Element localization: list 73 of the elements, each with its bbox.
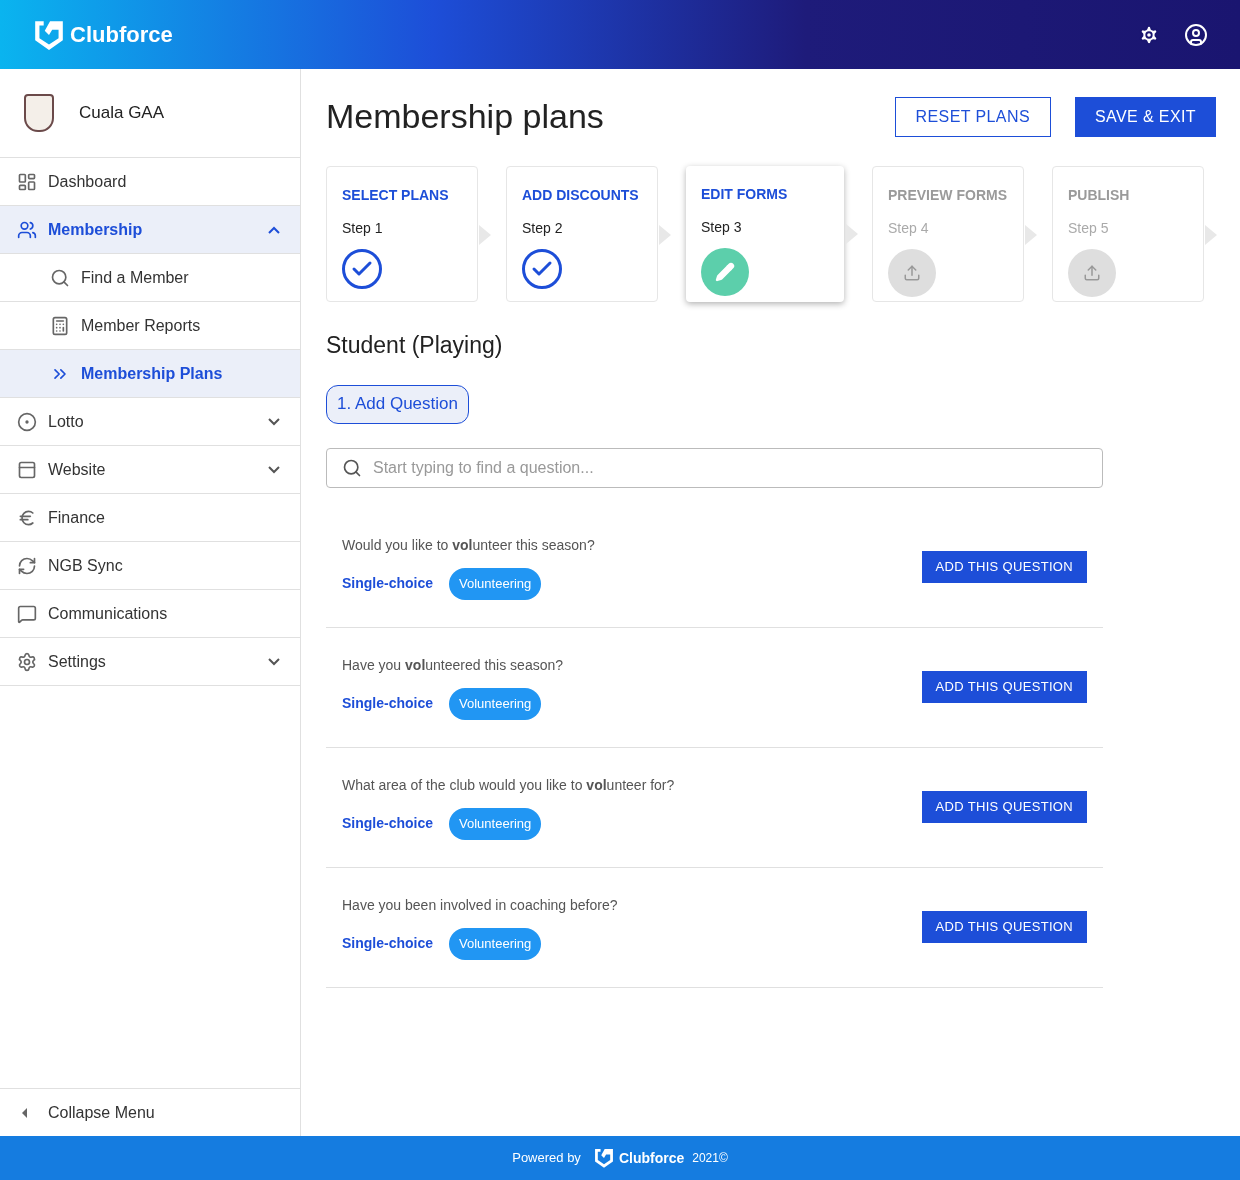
step-title: EDIT FORMS xyxy=(701,185,789,204)
step-pending-icon xyxy=(1068,249,1116,297)
club-crest-icon xyxy=(24,94,54,132)
add-question-button[interactable]: ADD THIS QUESTION xyxy=(921,911,1087,943)
add-question-button[interactable]: ADD THIS QUESTION xyxy=(921,671,1087,703)
powered-by-text: Powered by xyxy=(512,1149,581,1168)
step-number: Step 4 xyxy=(888,219,930,238)
step-number: Step 1 xyxy=(342,219,384,238)
add-question-button[interactable]: ADD THIS QUESTION xyxy=(921,551,1087,583)
menu-item-icon xyxy=(17,411,37,432)
menu-item-icon xyxy=(17,459,37,480)
step-number: Step 3 xyxy=(701,218,743,237)
menu-item-icon xyxy=(50,267,70,288)
sidebar-item[interactable]: Settings xyxy=(0,638,300,686)
step-title: SELECT PLANS xyxy=(342,186,450,205)
question-type: Single-choice xyxy=(342,694,434,713)
club-name: Cuala GAA xyxy=(79,102,165,125)
question-type: Single-choice xyxy=(342,574,434,593)
menu-item-icon xyxy=(17,603,37,624)
copyright-text: 2021© xyxy=(692,1150,728,1167)
menu-item-icon xyxy=(50,315,70,336)
question-text: Would you like to volunteer this season? xyxy=(342,535,596,555)
question-text: Have you volunteered this season? xyxy=(342,655,565,675)
plan-name: Student (Playing) xyxy=(326,331,504,360)
sidebar-item[interactable]: Website xyxy=(0,446,300,494)
menu-item-icon xyxy=(17,555,37,576)
question-search-field[interactable]: Start typing to find a question... xyxy=(326,447,1103,488)
chevron-down-icon xyxy=(268,417,280,426)
sidebar-item[interactable]: Finance xyxy=(0,494,300,542)
category-tag: Volunteering xyxy=(449,927,542,960)
question-text: What area of the club would you like to volunteer for? xyxy=(342,775,676,795)
step-number: Step 5 xyxy=(1068,219,1110,238)
menu-item-icon xyxy=(17,171,37,192)
account-icon[interactable] xyxy=(1184,22,1208,47)
settings-icon[interactable] xyxy=(1138,23,1160,46)
chevron-down-icon xyxy=(268,657,280,666)
category-tag: Volunteering xyxy=(449,807,542,840)
pencil-icon xyxy=(701,248,749,296)
step-title: PREVIEW FORMS xyxy=(888,186,1008,205)
step-arrow-icon xyxy=(846,224,858,244)
footer-brand: Clubforce xyxy=(618,1148,685,1168)
step-arrow-icon xyxy=(479,225,491,245)
step-title: PUBLISH xyxy=(1068,186,1131,205)
save-button[interactable]: SAVE & EXIT xyxy=(1074,96,1216,137)
page-title: Membership plans xyxy=(326,96,605,137)
step-title: ADD DISCOUNTS xyxy=(522,186,640,205)
chevron-down-icon xyxy=(268,465,280,474)
add-question-button[interactable]: 1. Add Question xyxy=(326,384,469,424)
brand-name: Clubforce xyxy=(70,21,173,49)
search-icon xyxy=(342,457,362,478)
question-type: Single-choice xyxy=(342,934,434,953)
step-arrow-icon xyxy=(1205,225,1217,245)
chevron-up-icon xyxy=(268,225,280,234)
step-number: Step 2 xyxy=(522,219,564,238)
sidebar-item[interactable]: Lotto xyxy=(0,398,300,446)
sidebar-item[interactable]: NGB Sync xyxy=(0,542,300,590)
caret-left-icon xyxy=(22,1107,27,1118)
reset-button[interactable]: RESET PLANS xyxy=(894,96,1051,137)
category-tag: Volunteering xyxy=(449,687,542,720)
menu-item-icon xyxy=(17,651,37,672)
footer-logo-icon xyxy=(592,1147,615,1169)
menu-item-icon xyxy=(17,219,37,240)
sidebar-item[interactable]: Membership Plans xyxy=(0,350,300,398)
sidebar-item[interactable]: Communications xyxy=(0,590,300,638)
step-arrow-icon xyxy=(1025,225,1037,245)
question-text: Have you been involved in coaching before? xyxy=(342,895,619,915)
sidebar-item[interactable]: Find a Member xyxy=(0,254,300,302)
step-pending-icon xyxy=(888,249,936,297)
sidebar-item[interactable]: Membership xyxy=(0,206,300,254)
category-tag: Volunteering xyxy=(449,567,542,600)
step-arrow-icon xyxy=(659,225,671,245)
question-type: Single-choice xyxy=(342,814,434,833)
add-question-button[interactable]: ADD THIS QUESTION xyxy=(921,791,1087,823)
